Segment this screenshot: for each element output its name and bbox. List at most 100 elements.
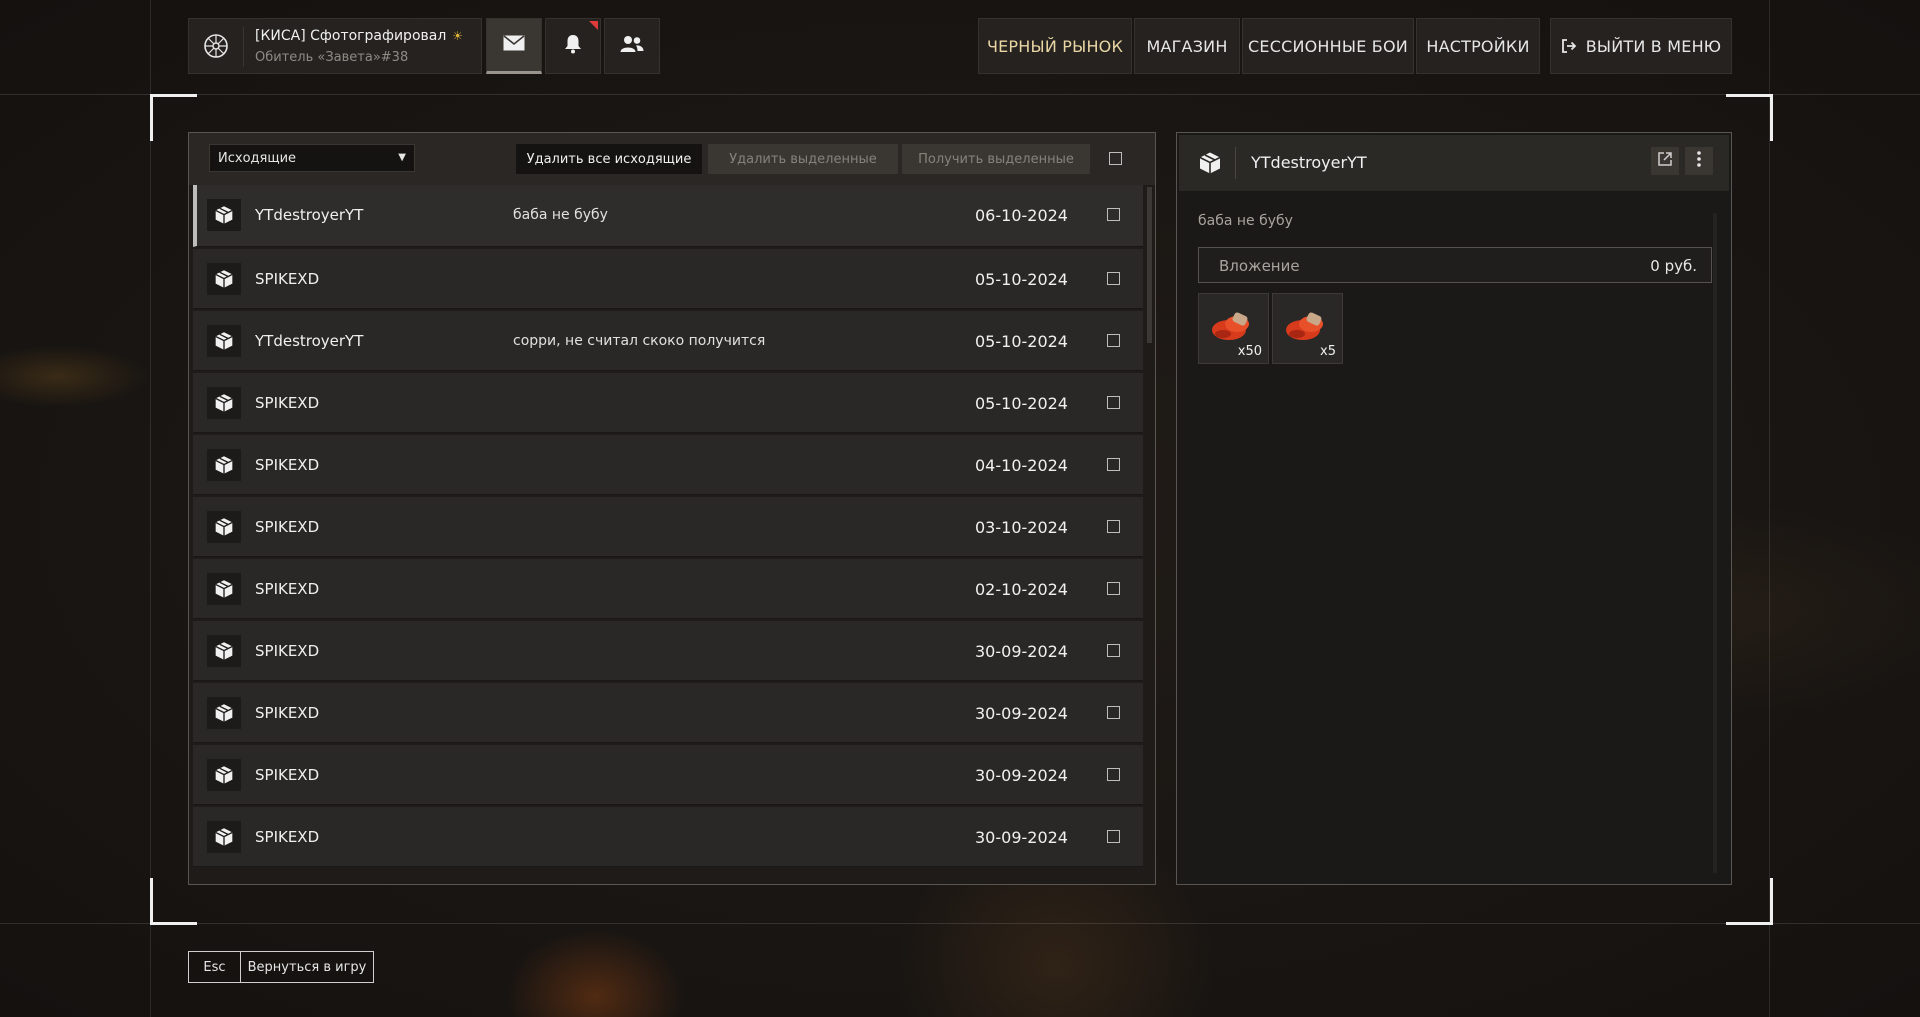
mail-sender: SPIKEXD	[255, 580, 320, 598]
mail-sender: SPIKEXD	[255, 766, 320, 784]
receive-selected-button[interactable]: Получить выделенные	[902, 144, 1090, 174]
mail-row[interactable]: SPIKEXD 05-10-2024	[193, 249, 1143, 309]
mail-select-checkbox[interactable]	[1107, 768, 1120, 781]
attachment-item[interactable]: x5	[1272, 293, 1343, 364]
mail-sender: SPIKEXD	[255, 394, 320, 412]
mail-sender: YTdestroyerYT	[255, 206, 364, 224]
mail-select-checkbox[interactable]	[1107, 272, 1120, 285]
mail-select-checkbox[interactable]	[1107, 520, 1120, 533]
mail-row[interactable]: SPIKEXD 30-09-2024	[193, 745, 1143, 805]
package-icon	[207, 635, 241, 667]
mail-sender: SPIKEXD	[255, 704, 320, 722]
select-all-checkbox[interactable]	[1109, 152, 1122, 165]
mail-select-checkbox[interactable]	[1107, 706, 1120, 719]
exit-to-menu-button[interactable]: ВЫЙТИ В МЕНЮ	[1550, 18, 1732, 74]
mail-sender: SPIKEXD	[255, 642, 320, 660]
mail-select-checkbox[interactable]	[1107, 334, 1120, 347]
mail-row[interactable]: SPIKEXD 30-09-2024	[193, 683, 1143, 743]
package-icon	[207, 821, 241, 853]
header-divider	[1235, 147, 1236, 179]
frame-line-bottom	[0, 923, 1920, 924]
corner-bracket	[150, 878, 197, 925]
clan-emblem-icon	[199, 29, 233, 63]
package-icon	[1193, 147, 1227, 179]
friends-button[interactable]	[604, 18, 660, 74]
attachment-item[interactable]: x50	[1198, 293, 1269, 364]
item-quantity: x5	[1320, 344, 1336, 359]
mail-sender: SPIKEXD	[255, 270, 320, 288]
package-icon	[207, 759, 241, 791]
mail-icon	[503, 35, 525, 55]
mail-select-checkbox[interactable]	[1107, 208, 1120, 221]
mail-list-scrollbar[interactable]	[1147, 187, 1152, 343]
corner-bracket	[1726, 878, 1773, 925]
nav-session-battles[interactable]: СЕССИОННЫЕ БОИ	[1242, 18, 1414, 74]
corner-bracket	[1726, 94, 1773, 141]
nav-shop[interactable]: МАГАЗИН	[1134, 18, 1240, 74]
sun-badge-icon: ☀	[452, 29, 464, 43]
player-profile[interactable]: [КИСА] Сфотографировал ☀ Обитель «Завета»…	[188, 18, 482, 74]
mail-subject: баба не бубу	[513, 207, 608, 223]
clan-name: Обитель «Завета»#38	[255, 50, 409, 65]
return-to-game-button[interactable]: Esc Вернуться в игру	[188, 951, 374, 983]
more-vertical-icon	[1696, 150, 1702, 172]
open-external-button[interactable]	[1651, 147, 1679, 175]
mail-sender: SPIKEXD	[255, 518, 320, 536]
bell-icon	[564, 34, 582, 58]
package-icon	[207, 449, 241, 481]
mail-select-checkbox[interactable]	[1107, 582, 1120, 595]
mail-row[interactable]: SPIKEXD 30-09-2024	[193, 807, 1143, 867]
unread-indicator	[589, 21, 598, 30]
exit-label: ВЫЙТИ В МЕНЮ	[1585, 36, 1722, 56]
exit-icon	[1561, 38, 1577, 54]
nav-black-market[interactable]: ЧЕРНЫЙ РЫНОК	[978, 18, 1132, 74]
frame-line-top	[0, 94, 1920, 95]
delete-all-button[interactable]: Удалить все исходящие	[516, 144, 702, 174]
package-icon	[207, 697, 241, 729]
package-icon	[207, 199, 241, 231]
attachment-field: Вложение 0 руб.	[1198, 247, 1712, 283]
mail-select-checkbox[interactable]	[1107, 830, 1120, 843]
package-icon	[207, 325, 241, 357]
mail-row[interactable]: SPIKEXD 04-10-2024	[193, 435, 1143, 495]
package-icon	[207, 263, 241, 295]
dropdown-arrow-icon: ▼	[398, 152, 406, 163]
profile-divider	[243, 27, 244, 67]
item-quantity: x50	[1237, 344, 1262, 359]
mail-row[interactable]: SPIKEXD 05-10-2024	[193, 373, 1143, 433]
mail-row[interactable]: SPIKEXD 30-09-2024	[193, 621, 1143, 681]
frame-line-right	[1769, 0, 1770, 1017]
mail-date: 30-09-2024	[975, 828, 1068, 847]
mail-row[interactable]: YTdestroyerYT баба не бубу 06-10-2024	[193, 185, 1143, 247]
external-link-icon	[1657, 151, 1673, 171]
more-options-button[interactable]	[1685, 147, 1713, 175]
mail-date: 05-10-2024	[975, 394, 1068, 413]
mail-select-checkbox[interactable]	[1107, 644, 1120, 657]
mail-select-checkbox[interactable]	[1107, 458, 1120, 471]
mail-list: YTdestroyerYT баба не бубу 06-10-2024 SPIKE…	[193, 185, 1143, 869]
mail-row[interactable]: YTdestroyerYT сорри, не считал скоко полу…	[193, 311, 1143, 371]
mail-row[interactable]: SPIKEXD 03-10-2024	[193, 497, 1143, 557]
folder-select[interactable]: Исходящие ▼	[209, 144, 415, 172]
return-to-game-label: Вернуться в игру	[247, 959, 367, 975]
nav-settings[interactable]: НАСТРОЙКИ	[1416, 18, 1540, 74]
mail-subject: сорри, не считал скоко получится	[513, 333, 766, 349]
attachment-amount: 0 руб.	[1650, 257, 1697, 275]
mail-date: 02-10-2024	[975, 580, 1068, 599]
message-sender: YTdestroyerYT	[1251, 153, 1367, 172]
mail-row[interactable]: SPIKEXD 02-10-2024	[193, 559, 1143, 619]
frame-line-left	[150, 0, 151, 1017]
notifications-button[interactable]	[545, 18, 601, 74]
message-header: YTdestroyerYT	[1179, 135, 1729, 191]
mail-date: 05-10-2024	[975, 332, 1068, 351]
mail-date: 03-10-2024	[975, 518, 1068, 537]
mail-sender: SPIKEXD	[255, 828, 320, 846]
mail-button[interactable]	[486, 18, 542, 74]
detail-scrollbar[interactable]	[1713, 213, 1717, 873]
folder-select-value: Исходящие	[218, 151, 297, 166]
mail-date: 04-10-2024	[975, 456, 1068, 475]
mail-list-panel: Исходящие ▼ Удалить все исходящие Удалит…	[188, 132, 1156, 885]
mail-date: 30-09-2024	[975, 642, 1068, 661]
mail-select-checkbox[interactable]	[1107, 396, 1120, 409]
delete-selected-button[interactable]: Удалить выделенные	[708, 144, 898, 174]
